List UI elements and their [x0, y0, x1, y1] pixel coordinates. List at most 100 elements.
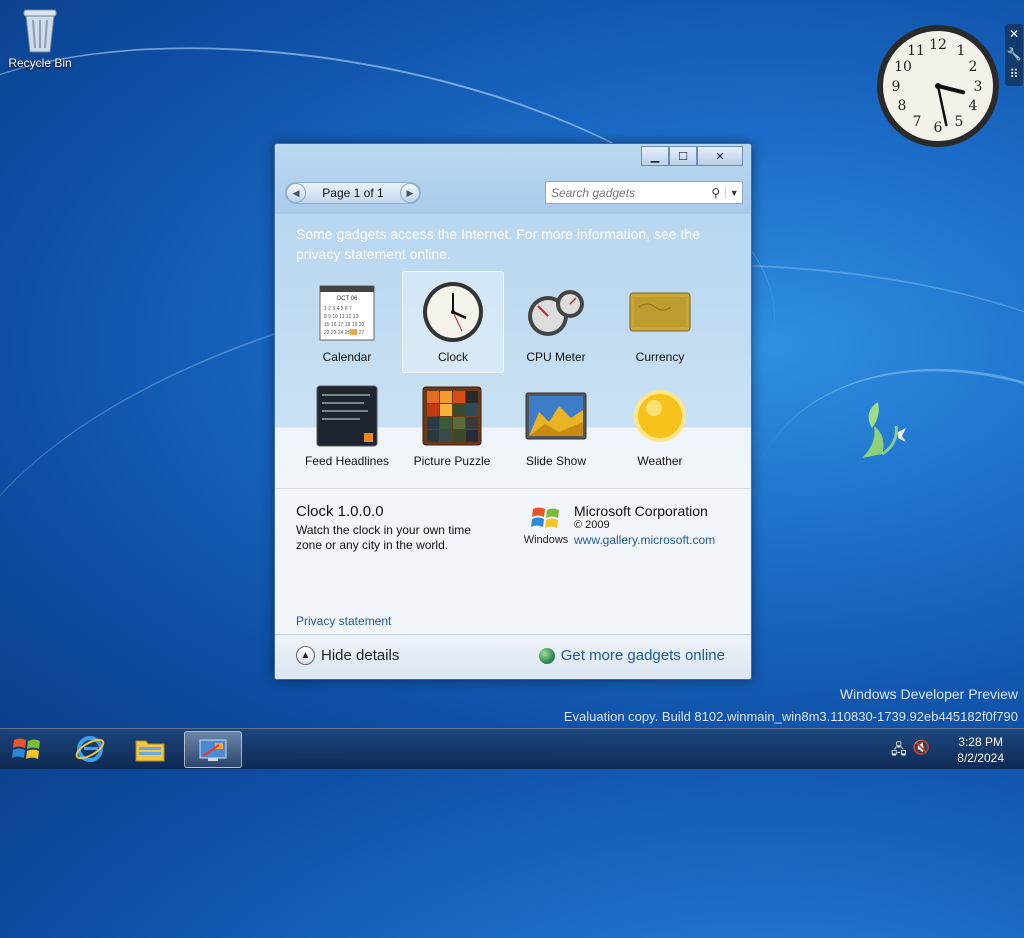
window-chrome: ▁ ☐ ✕ ◀ Page 1 of 1 ▶ ⚲ ▼ [275, 144, 751, 214]
desktop-gadgets-icon [199, 739, 227, 761]
gadget-grid-area: Some gadgets access the Internet. For mo… [275, 214, 751, 488]
svg-text:10: 10 [894, 59, 912, 75]
watermark-build: Evaluation copy. Build 8102.winmain_win8… [563, 709, 1018, 724]
recycle-bin-icon [23, 9, 57, 53]
gadget-label: Clock [437, 350, 468, 364]
gadget-calendar[interactable]: OCT 06 1 2 3 4 5 6 7 8 9 10 11 12 13 15 1… [297, 272, 397, 372]
watermark-title: Windows Developer Preview [839, 686, 1018, 702]
gadget-toolbar: ✕ 🔧 ⠿ [1005, 24, 1023, 86]
slide-show-icon [524, 384, 588, 448]
svg-text:3: 3 [974, 79, 983, 95]
windows-start-icon [12, 738, 40, 759]
picture-puzzle-icon [420, 384, 484, 448]
search-input[interactable] [546, 185, 706, 200]
gadget-weather[interactable]: Weather [610, 376, 710, 476]
taskbar-internet-explorer[interactable] [62, 731, 118, 766]
svg-text:8: 8 [898, 98, 907, 114]
calendar-icon: OCT 06 1 2 3 4 5 6 7 8 9 10 11 12 13 15 1… [315, 280, 379, 344]
publisher-link[interactable]: www.gallery.microsoft.com [574, 533, 715, 547]
gadget-cpu-meter[interactable]: CPU Meter [506, 272, 606, 372]
gadget-label: Picture Puzzle [413, 454, 491, 468]
hide-details-label: Hide details [321, 647, 400, 664]
taskbar-gadgets[interactable] [184, 731, 242, 768]
svg-text:2: 2 [969, 59, 978, 75]
svg-text:9: 9 [892, 79, 901, 95]
maximize-button[interactable]: ☐ [669, 146, 697, 166]
next-page-button[interactable]: ▶ [399, 183, 420, 203]
previous-page-button[interactable]: ◀ [286, 183, 306, 203]
page-label: Page 1 of 1 [322, 186, 384, 200]
copyright: © 2009 [574, 519, 610, 531]
svg-text:11: 11 [907, 43, 925, 59]
chevron-up-icon: ▲ [296, 646, 315, 665]
get-more-gadgets-link[interactable]: Get more gadgets online [538, 647, 725, 664]
svg-text:8 9 10 11 12 13: 8 9 10 11 12 13 [324, 314, 359, 320]
cpu-meter-icon [524, 280, 588, 344]
network-icon[interactable]: 🖧 [891, 739, 907, 763]
windows-logo: Windows [521, 505, 571, 546]
taskbar-clock[interactable]: 3:28 PM 8/2/2024 [957, 734, 1004, 766]
gadget-clock[interactable]: Clock [402, 271, 504, 373]
gadget-label: CPU Meter [526, 350, 586, 364]
gadget-feed-headlines[interactable]: Feed Headlines [297, 376, 397, 476]
system-tray: 🖧 🔇 [891, 739, 930, 763]
gadget-label: Calendar [322, 350, 372, 364]
close-gadget-icon[interactable]: ✕ [1009, 24, 1019, 44]
windows-flag-icon [531, 507, 559, 528]
taskbar: 🖧 🔇 3:28 PM 8/2/2024 [0, 728, 1024, 769]
volume-muted-icon[interactable]: 🔇 [913, 739, 930, 763]
svg-text:22 23 24 25 26 27: 22 23 24 25 26 27 [324, 330, 365, 336]
svg-text:5: 5 [955, 114, 964, 130]
hide-details-button[interactable]: ▲ Hide details [296, 646, 399, 665]
caption-buttons: ▁ ☐ ✕ [641, 146, 743, 166]
drag-handle-icon[interactable]: ⠿ [1010, 64, 1019, 84]
taskbar-explorer[interactable] [122, 731, 178, 766]
gadget-currency[interactable]: Currency [610, 272, 710, 372]
minimize-button[interactable]: ▁ [641, 146, 669, 166]
gadget-gallery-window: ▁ ☐ ✕ ◀ Page 1 of 1 ▶ ⚲ ▼ Some gadgets a… [274, 143, 752, 680]
gadget-label: Slide Show [525, 454, 587, 468]
search-dropdown-button[interactable]: ▼ [725, 187, 742, 198]
folder-icon [135, 740, 165, 761]
svg-text:6: 6 [934, 120, 943, 136]
svg-text:1: 1 [957, 43, 966, 59]
currency-icon [628, 280, 692, 344]
search-icon[interactable]: ⚲ [706, 186, 725, 200]
windows-wordmark: Windows [523, 534, 569, 546]
svg-text:1 2 3 4 5 6 7: 1 2 3 4 5 6 7 [324, 306, 352, 312]
globe-icon [538, 647, 555, 664]
privacy-notice: Some gadgets access the Internet. For mo… [296, 226, 700, 262]
clock-time: 3:28 PM [958, 735, 1003, 749]
clock-date: 8/2/2024 [957, 751, 1004, 765]
gadget-slide-show[interactable]: Slide Show [506, 376, 606, 476]
close-button[interactable]: ✕ [697, 146, 743, 166]
gadget-details-panel: Clock 1.0.0.0 Watch the clock in your ow… [275, 488, 751, 635]
recycle-bin-shortcut[interactable]: Recycle Bin [4, 6, 76, 70]
wallpaper-bird-icon [862, 402, 906, 458]
svg-text:4: 4 [969, 98, 978, 114]
gadget-label: Weather [637, 454, 683, 468]
options-wrench-icon[interactable]: 🔧 [1007, 44, 1022, 64]
gadget-label: Feed Headlines [304, 454, 390, 468]
weather-icon [628, 384, 692, 448]
recycle-bin-label: Recycle Bin [8, 56, 72, 70]
start-button[interactable] [2, 730, 52, 768]
get-more-label: Get more gadgets online [560, 647, 725, 664]
feed-headlines-icon [315, 384, 379, 448]
desktop-clock-gadget[interactable]: 12 12 345 678 91011 [876, 24, 1000, 148]
clock-icon [421, 280, 485, 344]
gadget-picture-puzzle[interactable]: Picture Puzzle [402, 376, 502, 476]
svg-text:15 16 17 18 19 20: 15 16 17 18 19 20 [324, 322, 365, 328]
gadget-title: Clock 1.0.0.0 [296, 503, 384, 520]
publisher-name: Microsoft Corporation [574, 503, 708, 519]
privacy-statement-link[interactable]: Privacy statement [296, 614, 391, 628]
svg-text:12: 12 [929, 37, 947, 53]
gadget-label: Currency [635, 350, 685, 364]
internet-explorer-icon [75, 735, 105, 762]
svg-text:OCT 06: OCT 06 [337, 296, 359, 302]
page-navigator: ◀ Page 1 of 1 ▶ [285, 182, 421, 204]
gadget-description: Watch the clock in your own time zone or… [296, 523, 471, 552]
search-box: ⚲ ▼ [545, 181, 743, 204]
window-footer: ▲ Hide details Get more gadgets online [275, 634, 751, 679]
svg-text:7: 7 [913, 114, 922, 130]
